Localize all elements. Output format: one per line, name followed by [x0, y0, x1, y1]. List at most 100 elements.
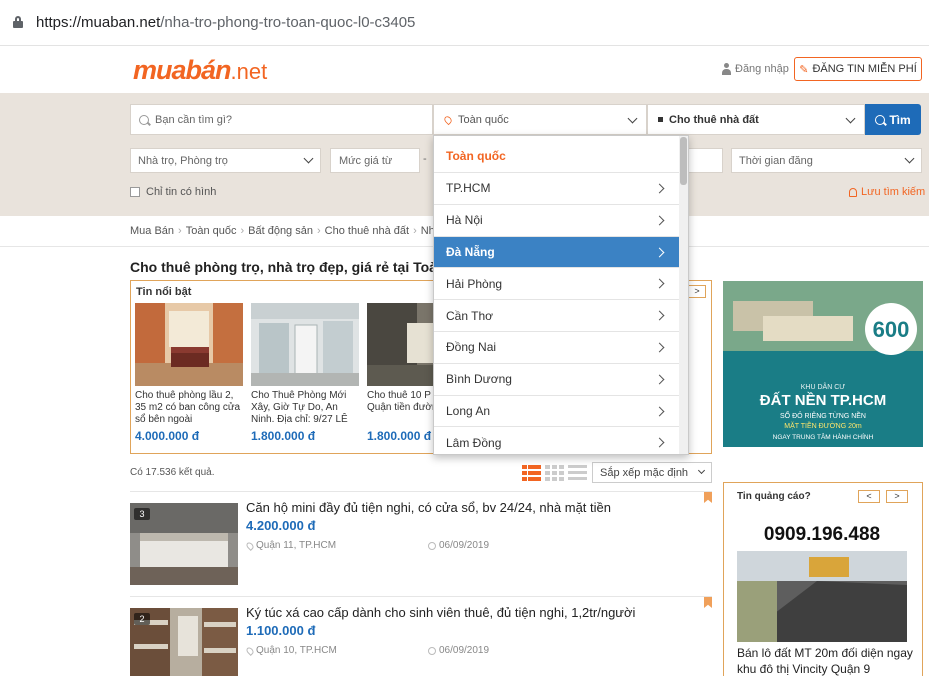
login-link[interactable]: Đăng nhập [721, 63, 789, 75]
chevron-right-icon [654, 310, 665, 321]
sponsored-photo[interactable]: 0909.196.488 [737, 515, 907, 642]
dropdown-item[interactable]: Cần Thơ [434, 299, 681, 331]
dropdown-item[interactable]: TP.HCM [434, 172, 681, 204]
breadcrumb-item[interactable]: Cho thuê nhà đất [325, 225, 409, 237]
featured-card-title: Cho Thuê Phòng Mới Xây, Giờ Tự Do, An Ni… [251, 390, 348, 425]
breadcrumb-separator: › [178, 225, 182, 237]
price-from-select[interactable]: Mức giá từ [330, 148, 420, 173]
time-filter-select[interactable]: Thời gian đăng [731, 148, 922, 173]
listing-title[interactable]: Căn hộ mini đầy đủ tiện nghi, có cửa sổ,… [246, 500, 611, 515]
search-placeholder: Bạn cần tìm gì? [155, 113, 233, 126]
dropdown-item-label: Đồng Nai [446, 340, 497, 355]
listing-photo[interactable]: 2 [130, 608, 238, 690]
dropdown-item-label: Lâm Đồng [446, 435, 502, 450]
save-search-link[interactable]: Lưu tìm kiếm [849, 186, 925, 198]
chevron-right-icon [654, 437, 665, 448]
listing-price: 1.100.000 đ [246, 623, 316, 638]
location-select[interactable]: Toàn quốc [433, 104, 647, 135]
only-photos-checkbox[interactable]: Chỉ tin có hình [130, 186, 216, 198]
search-icon [139, 114, 149, 125]
chevron-right-icon [654, 406, 665, 417]
listing-title[interactable]: Ký túc xá cao cấp dành cho sinh viên thu… [246, 605, 635, 620]
search-icon [875, 114, 886, 125]
scrollbar-thumb[interactable] [680, 137, 687, 185]
address-bar[interactable]: https://muaban.net/nha-tro-phong-tro-toa… [0, 0, 929, 46]
price-to-select[interactable] [683, 148, 723, 173]
post-free-button[interactable]: ✎ ĐĂNG TIN MIỄN PHÍ [794, 57, 922, 81]
chevron-right-icon [654, 374, 665, 385]
listing-location: Quận 10, TP.HCM [245, 645, 337, 656]
sponsored-caption[interactable]: Bán lô đất MT 20m đối diện ngay khu đô t… [737, 645, 917, 677]
dropdown-header[interactable]: Toàn quốc [446, 149, 506, 163]
list-view-icon[interactable] [522, 464, 541, 481]
date-text: 06/09/2019 [439, 540, 490, 551]
ad-prev-button[interactable]: < [858, 490, 880, 503]
listing-date: 06/09/2019 [428, 645, 489, 656]
url-text[interactable]: https://muaban.net/nha-tro-phong-tro-toa… [36, 14, 415, 31]
dropdown-list: TP.HCM Hà Nội Đà Nẵng Hải Phòng Cần Thơ … [434, 172, 681, 454]
pencil-icon: ✎ [799, 63, 809, 76]
find-button[interactable]: Tìm [865, 104, 921, 135]
dropdown-scrollbar[interactable] [679, 136, 688, 454]
banner-ad[interactable]: 600 KHU DÂN CƯ ĐẤT NỀN TP.HCM SỔ ĐỎ RIÊN… [723, 281, 923, 447]
result-count: Có 17.536 kết quả. [130, 467, 215, 478]
listing-date: 06/09/2019 [428, 540, 489, 551]
chevron-right-icon [654, 215, 665, 226]
chevron-down-icon [845, 113, 856, 124]
category-select[interactable]: Cho thuê nhà đất [647, 104, 865, 135]
featured-card[interactable]: Cho thuê phòng lầu 2, 35 m2 có ban công … [135, 303, 243, 443]
chevron-right-icon [654, 342, 665, 353]
date-text: 06/09/2019 [439, 645, 490, 656]
dropdown-item-label: TP.HCM [446, 181, 491, 196]
dropdown-item[interactable]: Long An [434, 394, 681, 427]
compact-view-icon[interactable] [568, 464, 587, 481]
clock-icon [428, 541, 436, 550]
dropdown-item[interactable]: Lâm Đồng [434, 426, 681, 454]
user-icon [721, 63, 732, 75]
location-pin-icon [245, 645, 255, 656]
breadcrumb-item[interactable]: Mua Bán [130, 225, 174, 237]
logo-main: muabán [133, 55, 232, 85]
featured-card-price: 4.000.000 đ [135, 429, 200, 443]
clock-icon [428, 646, 436, 655]
divider [130, 491, 712, 492]
featured-label: Tin nổi bật [136, 286, 192, 298]
category-value: Cho thuê nhà đất [669, 113, 759, 126]
chevron-right-icon [654, 278, 665, 289]
breadcrumb: Mua Bán › Toàn quốc › Bất động sản › Cho th… [130, 225, 441, 237]
chevron-down-icon [303, 153, 314, 164]
site-logo[interactable]: muabán.net [133, 55, 267, 86]
bookmark-icon[interactable] [704, 597, 712, 608]
chevron-right-icon [654, 183, 665, 194]
sort-select[interactable]: Sắp xếp mặc định [592, 462, 712, 483]
dropdown-item[interactable]: Bình Dương [434, 362, 681, 395]
listing-photo [251, 303, 359, 386]
featured-card-title: Cho thuê phòng lầu 2, 35 m2 có ban công … [135, 390, 241, 425]
featured-card[interactable]: Cho Thuê Phòng Mới Xây, Giờ Tự Do, An Ni… [251, 303, 359, 443]
location-pin-icon [442, 114, 454, 125]
breadcrumb-item[interactable]: Bất động sản [248, 225, 313, 237]
url-host: https://muaban.net [36, 14, 161, 31]
dropdown-item-label: Cần Thơ [446, 308, 494, 323]
breadcrumb-item[interactable]: Toàn quốc [186, 225, 237, 237]
login-label: Đăng nhập [735, 63, 789, 75]
location-dropdown: Toàn quốc TP.HCM Hà Nội Đà Nẵng Hải Phòn… [433, 135, 689, 455]
category-icon [658, 117, 663, 122]
grid-view-icon[interactable] [545, 464, 564, 481]
dropdown-item[interactable]: Hà Nội [434, 203, 681, 236]
ad-next-button[interactable]: > [886, 490, 908, 503]
search-input[interactable]: Bạn cần tìm gì? [130, 104, 433, 135]
featured-next-button[interactable]: > [688, 285, 706, 298]
banner-sub1: KHU DÂN CƯ [801, 382, 846, 391]
listing-photo[interactable]: 3 [130, 503, 238, 585]
dropdown-item[interactable]: Hải Phòng [434, 267, 681, 299]
save-search-label: Lưu tìm kiếm [861, 186, 926, 198]
time-filter-value: Thời gian đăng [739, 154, 813, 167]
bookmark-icon[interactable] [704, 492, 712, 503]
type-filter-select[interactable]: Nhà trọ, Phòng trọ [130, 148, 321, 173]
dropdown-item-active[interactable]: Đà Nẵng [434, 235, 681, 268]
photo-count-badge: 3 [134, 508, 150, 520]
dropdown-item[interactable]: Đồng Nai [434, 330, 681, 363]
type-filter-value: Nhà trọ, Phòng trọ [138, 154, 228, 167]
post-button-label: ĐĂNG TIN MIỄN PHÍ [812, 63, 917, 75]
